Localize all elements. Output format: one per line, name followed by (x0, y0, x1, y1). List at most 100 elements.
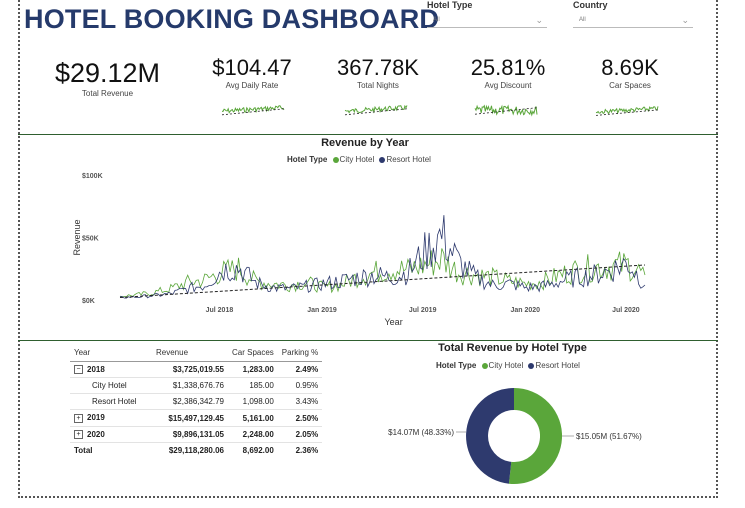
legend-resort[interactable]: Resort Hotel (535, 361, 579, 370)
slicer-country-dropdown[interactable]: All ⌄ (573, 13, 693, 28)
x-tick-label: Jul 2018 (206, 307, 234, 314)
slice-label-resort: $14.07M (48.33%) (388, 428, 454, 437)
cell: 3.43% (277, 393, 323, 411)
y-tick-label: $100K (82, 173, 103, 180)
col-header-revenue[interactable]: Revenue (152, 346, 228, 362)
sparkline-series (595, 106, 659, 115)
cell: 5,161.00 (228, 409, 278, 427)
slice-label-city: $15.05M (51.67%) (576, 432, 642, 441)
legend-resort[interactable]: Resort Hotel (386, 155, 430, 164)
kpi-label: Total Nights (357, 81, 399, 90)
legend-city[interactable]: City Hotel (489, 361, 524, 370)
cell: 2.36% (277, 442, 323, 459)
series-resort-hotel-line (119, 215, 646, 299)
sparkline-car-spaces (595, 106, 659, 116)
cell: $29,118,280.06 (152, 442, 228, 459)
kpi-value: 8.69K (601, 55, 659, 80)
y-axis-label: Revenue (72, 219, 82, 255)
row-label: Total (70, 442, 152, 459)
cell: 2.49% (277, 361, 323, 379)
row-label: 2020 (87, 429, 105, 439)
cell: $15,497,129.45 (152, 409, 228, 427)
y-tick-label: $50K (82, 236, 99, 243)
expand-icon[interactable]: + (74, 430, 83, 440)
kpi-total-revenue: $29.12M Total Revenue (40, 58, 175, 98)
table-total-row: Total $29,118,280.06 8,692.00 2.36% (70, 442, 323, 459)
divider-bottom (18, 340, 718, 341)
donut-chart-title: Total Revenue by Hotel Type (438, 342, 587, 354)
cell: $1,338,676.76 (152, 377, 228, 395)
cell: 8,692.00 (228, 442, 278, 459)
table-row: Resort Hotel $2,386,342.79 1,098.00 3.43… (70, 393, 323, 411)
sparkline-avg-daily-rate (221, 105, 285, 116)
col-header-year[interactable]: Year (70, 346, 152, 362)
cell: 2.05% (277, 426, 323, 444)
cell: 0.95% (277, 377, 323, 395)
sparkline-trend (474, 107, 538, 115)
sparkline-total-nights (344, 104, 408, 116)
chevron-down-icon[interactable]: ⌄ (535, 13, 543, 27)
slicer-hotel-type-value: All (433, 17, 440, 23)
slicer-country[interactable]: Country All ⌄ (573, 0, 693, 28)
sparkline-series (221, 105, 285, 114)
col-header-parking[interactable]: Parking % (277, 346, 323, 362)
table-row: −2018 $3,725,019.55 1,283.00 2.49% (70, 361, 323, 379)
row-label: 2019 (87, 413, 105, 423)
legend-title: Hotel Type (436, 361, 477, 370)
cell: $3,725,019.55 (152, 361, 228, 379)
row-label: Resort Hotel (70, 393, 152, 411)
kpi-avg-daily-rate: $104.47 Avg Daily Rate (202, 55, 302, 90)
revenue-matrix-table: Year Revenue Car Spaces Parking % −2018 … (70, 346, 323, 459)
collapse-icon[interactable]: − (74, 365, 83, 375)
x-tick-label: Jan 2019 (307, 307, 337, 314)
legend-dot-city (332, 156, 339, 163)
dashboard-title: HOTEL BOOKING DASHBOARD (24, 4, 440, 34)
cell: 1,283.00 (228, 361, 278, 379)
cell: 2,248.00 (228, 426, 278, 444)
x-tick-label: Jan 2020 (510, 307, 540, 314)
line-chart-legend: Hotel Type City Hotel Resort Hotel (287, 155, 431, 164)
table-row: City Hotel $1,338,676.76 185.00 0.95% (70, 377, 323, 395)
slicer-hotel-type-label: Hotel Type (427, 0, 473, 10)
cell: 1,098.00 (228, 393, 278, 411)
donut-chart-legend: Hotel Type City Hotel Resort Hotel (436, 361, 580, 370)
kpi-avg-discount: 25.81% Avg Discount (458, 55, 558, 90)
legend-city[interactable]: City Hotel (340, 155, 375, 164)
legend-title: Hotel Type (287, 155, 328, 164)
kpi-total-revenue-value: $29.12M (54, 58, 161, 88)
chevron-down-icon[interactable]: ⌄ (681, 13, 689, 27)
col-header-car-spaces[interactable]: Car Spaces (228, 346, 278, 362)
cell: $9,896,131.05 (152, 426, 228, 444)
slice-resort-hotel (466, 388, 515, 484)
y-tick-label: $0K (82, 298, 95, 305)
x-axis-label: Year (385, 317, 403, 327)
slicer-hotel-type-dropdown[interactable]: All ⌄ (427, 13, 547, 28)
kpi-label: Avg Daily Rate (225, 81, 279, 90)
table-row: +2020 $9,896,131.05 2,248.00 2.05% (70, 426, 323, 444)
slice-city-hotel (508, 388, 562, 484)
slicer-hotel-type[interactable]: Hotel Type All ⌄ (427, 0, 547, 28)
table-header-row: Year Revenue Car Spaces Parking % (70, 346, 323, 362)
cell: 185.00 (228, 377, 278, 395)
sparkline-series (344, 104, 408, 114)
kpi-value: 25.81% (470, 55, 546, 80)
kpi-label: Car Spaces (609, 81, 651, 90)
kpi-value: 367.78K (337, 55, 419, 80)
legend-dot-resort (379, 156, 386, 163)
revenue-by-hotel-type-donut: $15.05M (51.67%) $14.07M (48.33%) (388, 388, 642, 484)
cell: $2,386,342.79 (152, 393, 228, 411)
expand-icon[interactable]: + (74, 413, 83, 423)
table-row: +2019 $15,497,129.45 5,161.00 2.50% (70, 409, 323, 427)
kpi-total-revenue-label: Total Revenue (81, 89, 134, 98)
divider-top (18, 134, 718, 135)
kpi-total-nights: 367.78K Total Nights (328, 55, 428, 90)
row-label: City Hotel (70, 377, 152, 395)
row-label: 2018 (87, 365, 105, 374)
slicer-country-label: Country (573, 0, 608, 10)
kpi-car-spaces: 8.69K Car Spaces (580, 55, 680, 90)
slicer-country-value: All (579, 17, 586, 23)
legend-dot-city (481, 362, 488, 369)
x-tick-label: Jul 2020 (612, 307, 640, 314)
kpi-label: Avg Discount (484, 81, 532, 90)
kpi-value: $104.47 (212, 55, 292, 80)
